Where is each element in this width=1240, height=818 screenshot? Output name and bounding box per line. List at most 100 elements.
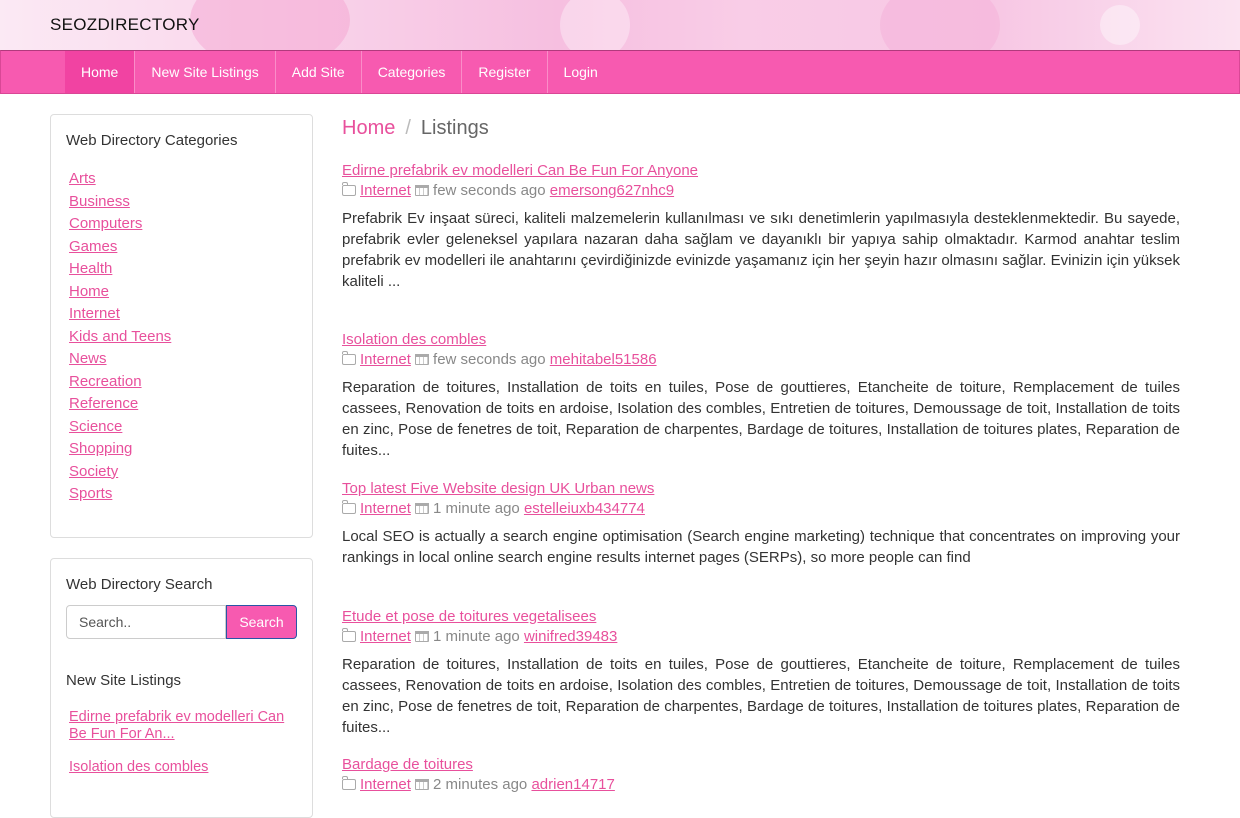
listing-category-link[interactable]: Internet: [360, 182, 411, 199]
listing-meta: Internet 2 minutes ago adrien14717: [342, 775, 1180, 795]
listing: Isolation des combles Internet few secon…: [342, 330, 1180, 461]
site-title[interactable]: SEOZDIRECTORY: [50, 15, 200, 35]
new-listing-link[interactable]: Isolation des combles: [69, 759, 208, 775]
main-navbar: Home New Site Listings Add Site Categori…: [0, 50, 1240, 94]
listing-category-link[interactable]: Internet: [360, 776, 411, 793]
category-item: Kids and Teens: [69, 327, 171, 350]
search-panel-title: Web Directory Search: [66, 576, 213, 593]
category-link-home[interactable]: Home: [69, 283, 109, 300]
category-item: Home: [69, 282, 171, 305]
listing: Edirne prefabrik ev modelleri Can Be Fun…: [342, 161, 1180, 292]
listing-title-link[interactable]: Isolation des combles: [342, 330, 1180, 350]
category-item: Internet: [69, 304, 171, 327]
nav-categories[interactable]: Categories: [362, 51, 463, 93]
folder-icon: [342, 351, 356, 365]
listing-time: 2 minutes ago: [433, 776, 528, 793]
new-listing-link[interactable]: Edirne prefabrik ev modelleri Can Be Fun…: [69, 709, 284, 742]
calendar-icon: [415, 631, 430, 642]
listing: Top latest Five Website design UK Urban …: [342, 479, 1180, 568]
folder-icon: [342, 500, 356, 514]
listing-meta: Internet few seconds ago mehitabel51586: [342, 350, 1180, 370]
new-listings-list: Edirne prefabrik ev modelleri Can Be Fun…: [69, 709, 294, 792]
nav-home[interactable]: Home: [65, 51, 136, 93]
listing-time: 1 minute ago: [433, 500, 520, 517]
listing: Bardage de toitures Internet 2 minutes a…: [342, 755, 1180, 795]
calendar-icon: [415, 503, 430, 514]
category-link-internet[interactable]: Internet: [69, 305, 120, 322]
search-input[interactable]: [66, 605, 226, 639]
category-link-news[interactable]: News: [69, 350, 107, 367]
breadcrumb-current: Listings: [420, 117, 489, 139]
folder-icon: [342, 776, 356, 790]
nav-new-site-listings[interactable]: New Site Listings: [135, 51, 276, 93]
folder-icon: [342, 628, 356, 642]
search-button[interactable]: Search: [226, 605, 297, 639]
category-item: Reference: [69, 394, 171, 417]
header-decoration: [190, 0, 350, 50]
listing-user-link[interactable]: emersong627nhc9: [550, 182, 674, 199]
category-link-kids-and-teens[interactable]: Kids and Teens: [69, 328, 171, 345]
category-item: Arts: [69, 169, 171, 192]
listing-meta: Internet 1 minute ago estelleiuxb434774: [342, 499, 1180, 519]
category-link-science[interactable]: Science: [69, 418, 122, 435]
listing-description: Reparation de toitures, Installation de …: [342, 379, 1180, 459]
category-link-sports[interactable]: Sports: [69, 485, 112, 502]
site-header: SEOZDIRECTORY: [0, 0, 1240, 50]
categories-panel: Web Directory Categories Arts Business C…: [50, 114, 313, 538]
nav-register[interactable]: Register: [462, 51, 548, 93]
calendar-icon: [415, 354, 430, 365]
breadcrumb-separator: /: [405, 117, 411, 139]
listing-time: few seconds ago: [433, 182, 546, 199]
category-item: Science: [69, 417, 171, 440]
nav-add-site[interactable]: Add Site: [276, 51, 362, 93]
nav-login[interactable]: Login: [548, 51, 614, 93]
nav-list: Home New Site Listings Add Site Categori…: [65, 51, 614, 93]
listing-description: Reparation de toitures, Installation de …: [342, 656, 1180, 736]
listing-category-link[interactable]: Internet: [360, 500, 411, 517]
listing-description: Local SEO is actually a search engine op…: [342, 528, 1180, 566]
listing-user-link[interactable]: estelleiuxb434774: [524, 500, 645, 517]
category-item: Sports: [69, 484, 171, 507]
breadcrumb: Home / Listings: [342, 117, 489, 140]
category-link-health[interactable]: Health: [69, 260, 112, 277]
listing-title-link[interactable]: Etude et pose de toitures vegetalisees: [342, 607, 1180, 627]
category-item: News: [69, 349, 171, 372]
category-link-computers[interactable]: Computers: [69, 215, 142, 232]
category-link-society[interactable]: Society: [69, 463, 118, 480]
list-item: Isolation des combles: [69, 759, 294, 776]
listing-category-link[interactable]: Internet: [360, 628, 411, 645]
category-link-arts[interactable]: Arts: [69, 170, 96, 187]
listing-time: few seconds ago: [433, 351, 546, 368]
category-link-recreation[interactable]: Recreation: [69, 373, 142, 390]
header-decoration: [1100, 5, 1140, 45]
listing-title-link[interactable]: Edirne prefabrik ev modelleri Can Be Fun…: [342, 161, 1180, 181]
category-item: Shopping: [69, 439, 171, 462]
listing-user-link[interactable]: mehitabel51586: [550, 351, 657, 368]
category-link-reference[interactable]: Reference: [69, 395, 138, 412]
listing-category-link[interactable]: Internet: [360, 351, 411, 368]
calendar-icon: [415, 779, 430, 790]
listing: Etude et pose de toitures vegetalisees I…: [342, 607, 1180, 738]
category-link-games[interactable]: Games: [69, 238, 117, 255]
listing-description: Prefabrik Ev inşaat süreci, kaliteli mal…: [342, 210, 1180, 290]
category-link-business[interactable]: Business: [69, 193, 130, 210]
breadcrumb-home[interactable]: Home: [342, 117, 395, 139]
listing-title-link[interactable]: Bardage de toitures: [342, 755, 1180, 775]
listing-meta: Internet few seconds ago emersong627nhc9: [342, 181, 1180, 201]
category-item: Computers: [69, 214, 171, 237]
categories-panel-title: Web Directory Categories: [66, 132, 238, 149]
listing-user-link[interactable]: adrien14717: [531, 776, 614, 793]
category-item: Health: [69, 259, 171, 282]
listing-title-link[interactable]: Top latest Five Website design UK Urban …: [342, 479, 1180, 499]
listing-time: 1 minute ago: [433, 628, 520, 645]
category-item: Society: [69, 462, 171, 485]
calendar-icon: [415, 185, 430, 196]
listing-user-link[interactable]: winifred39483: [524, 628, 617, 645]
new-listings-title: New Site Listings: [66, 672, 182, 689]
search-form: Search: [66, 605, 297, 639]
listing-meta: Internet 1 minute ago winifred39483: [342, 627, 1180, 647]
search-panel: Web Directory Search Search New Site Lis…: [50, 558, 313, 818]
header-decoration: [560, 0, 630, 50]
category-item: Games: [69, 237, 171, 260]
category-link-shopping[interactable]: Shopping: [69, 440, 132, 457]
